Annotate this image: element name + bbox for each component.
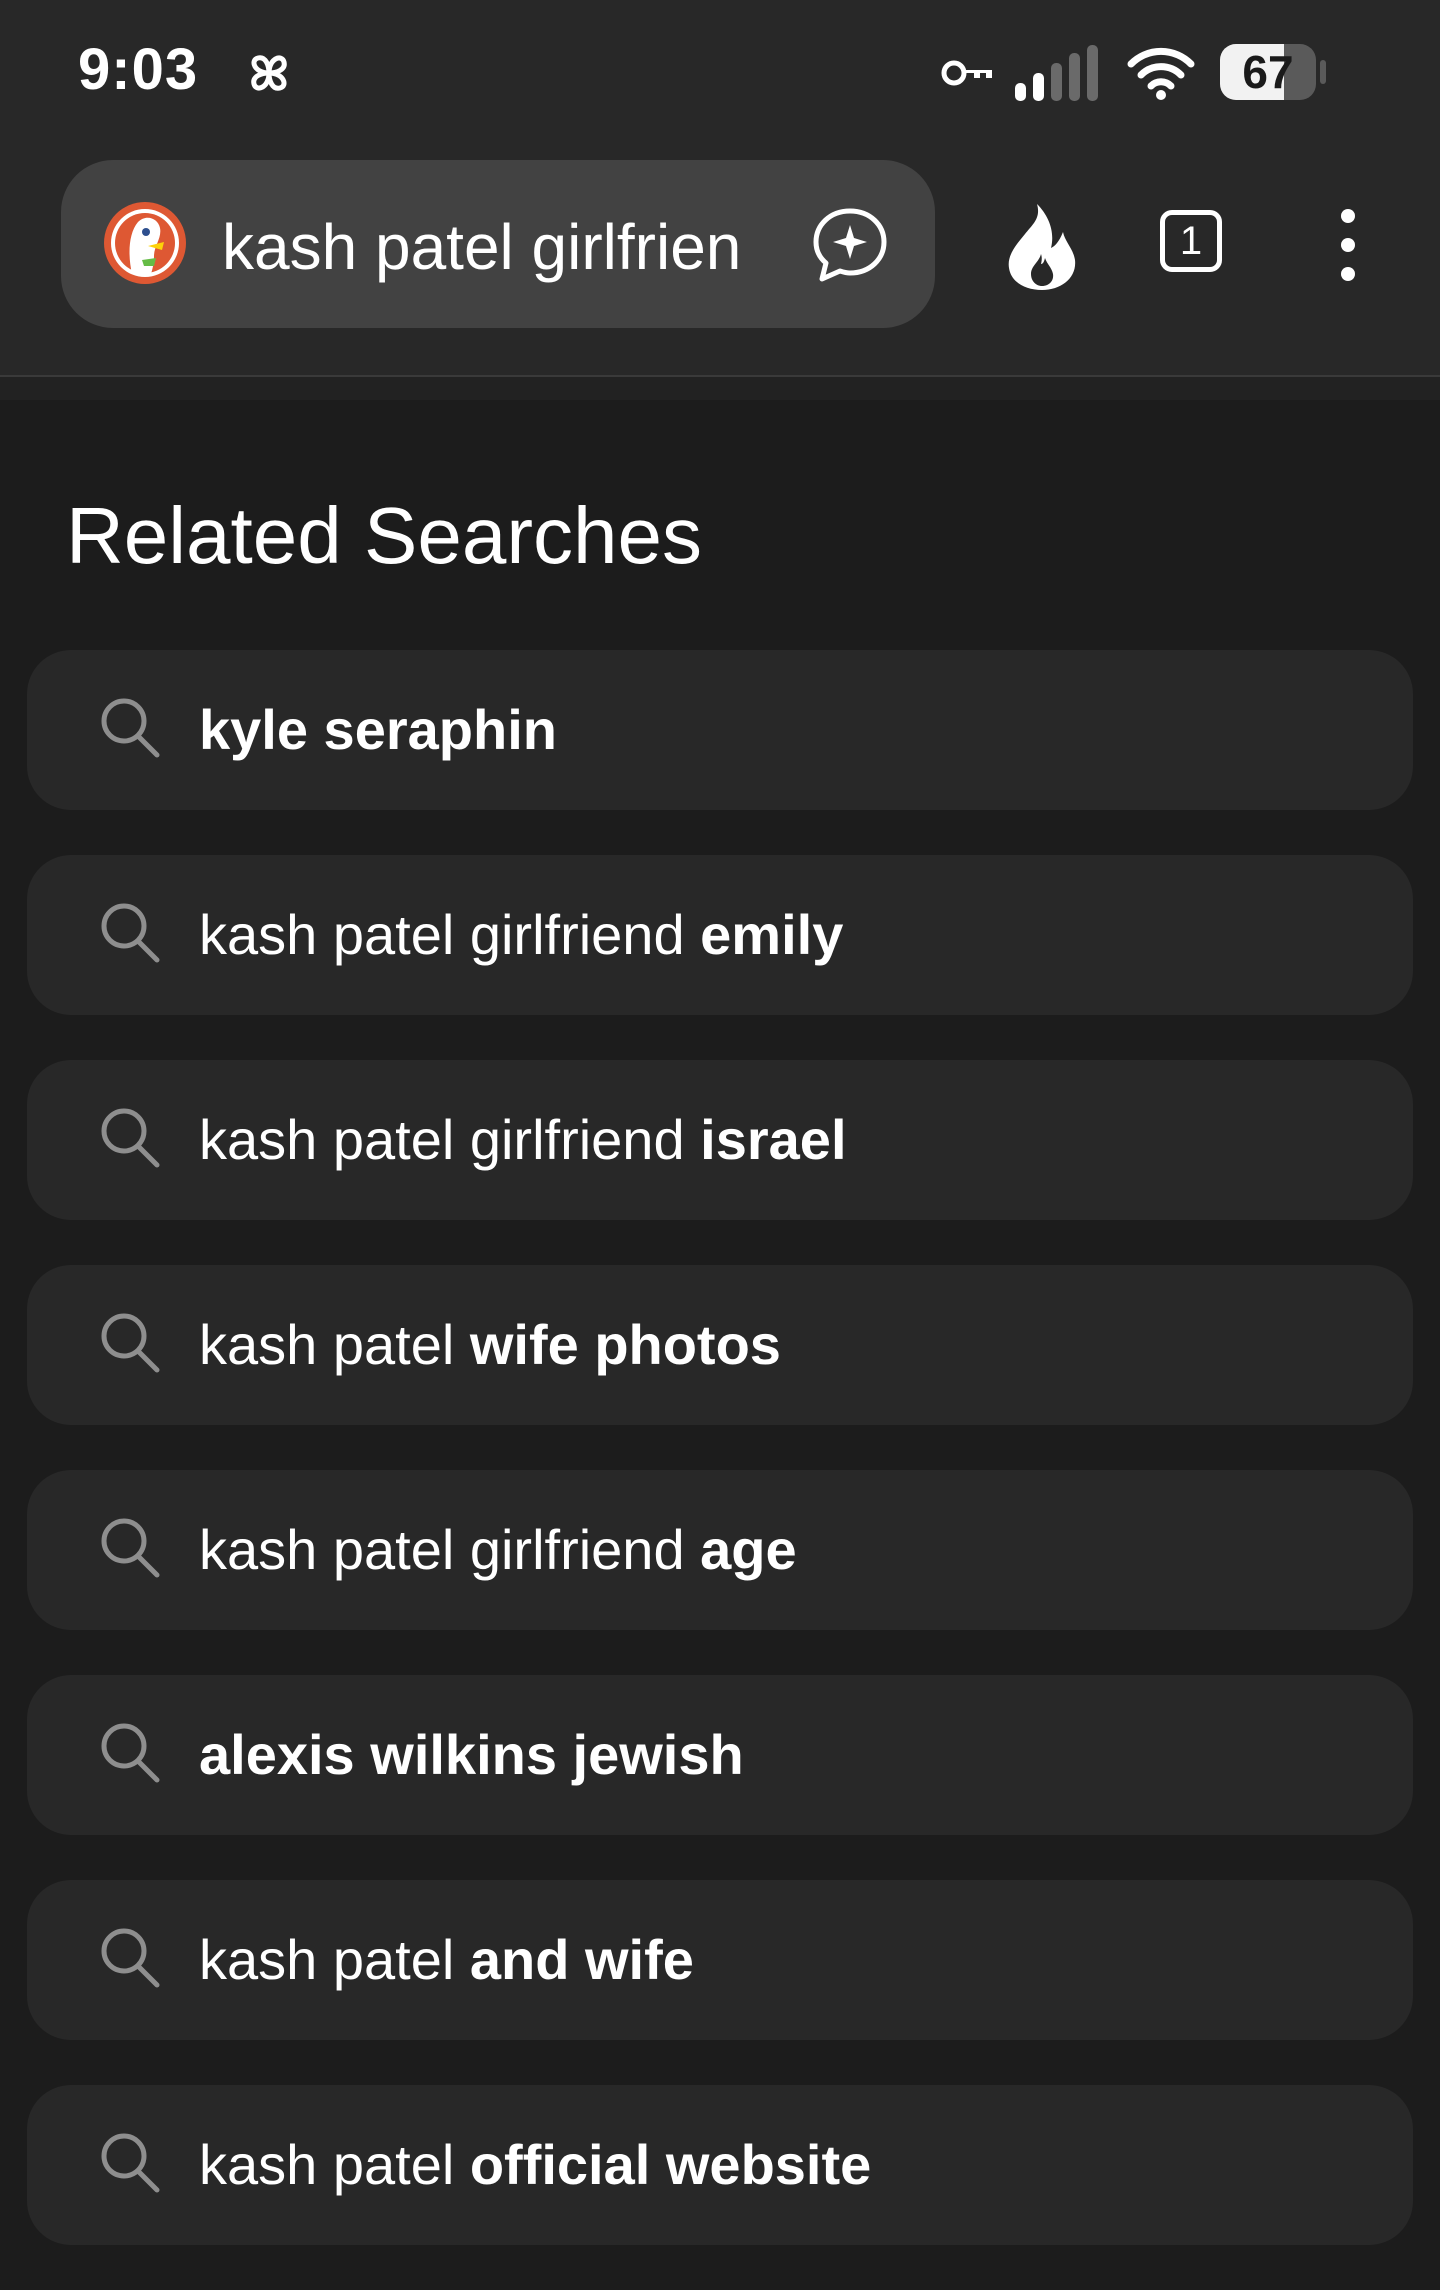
related-search-item[interactable]: kash patel girlfriend age xyxy=(27,1470,1413,1630)
search-icon xyxy=(101,1518,160,1578)
tabs-icon[interactable]: 1 xyxy=(1160,210,1222,272)
toolbar-divider xyxy=(0,375,1440,400)
search-icon xyxy=(101,698,160,758)
related-search-label: kash patel girlfriend emily xyxy=(199,900,843,970)
status-time: 9:03 xyxy=(78,37,199,102)
search-query[interactable]: kash patel girlfrien xyxy=(222,210,741,284)
duckduckgo-logo-icon xyxy=(104,202,186,284)
more-menu-icon[interactable] xyxy=(1330,205,1366,285)
related-search-item[interactable]: alexis wilkins jewish xyxy=(27,1675,1413,1835)
item-suggestion: and wife xyxy=(469,1928,694,1991)
search-icon xyxy=(101,1108,160,1168)
battery-level: 67 xyxy=(1242,46,1294,98)
ai-chat-icon[interactable] xyxy=(810,205,890,285)
item-prefix: kash patel xyxy=(199,2133,470,2196)
search-icon xyxy=(101,1723,160,1783)
related-search-label: kash patel wife photos xyxy=(199,1310,781,1380)
related-search-label: kash patel girlfriend israel xyxy=(199,1105,847,1175)
related-search-item[interactable]: kash patel and wife xyxy=(27,1880,1413,2040)
item-suggestion: official website xyxy=(469,2133,872,2196)
fire-icon[interactable] xyxy=(1003,202,1081,290)
key-icon xyxy=(941,60,992,86)
related-search-item[interactable]: kyle seraphin xyxy=(27,650,1413,810)
related-searches-title: Related Searches xyxy=(66,491,702,580)
related-search-label: kash patel official website xyxy=(199,2130,871,2200)
pinwheel-icon xyxy=(251,55,287,91)
related-search-item[interactable]: kash patel wife photos xyxy=(27,1265,1413,1425)
search-icon xyxy=(101,903,160,963)
item-prefix: kash patel girlfriend xyxy=(199,1518,701,1581)
item-prefix: kash patel girlfriend xyxy=(199,1108,701,1171)
related-search-item[interactable]: kash patel girlfriend emily xyxy=(27,855,1413,1015)
related-search-label: kash patel girlfriend age xyxy=(199,1515,797,1585)
item-suggestion: alexis wilkins jewish xyxy=(199,1723,744,1786)
item-suggestion: wife photos xyxy=(469,1313,781,1376)
search-icon xyxy=(101,1313,160,1373)
browser-toolbar: 9:03 67 kash patel girlfrien 1 xyxy=(0,0,1440,375)
item-prefix: kash patel xyxy=(199,1928,470,1991)
item-suggestion: emily xyxy=(700,903,844,966)
item-suggestion: age xyxy=(700,1518,797,1581)
related-search-label: kyle seraphin xyxy=(199,695,557,765)
item-prefix: kash patel girlfriend xyxy=(199,903,701,966)
related-search-label: alexis wilkins jewish xyxy=(199,1720,744,1790)
item-suggestion: kyle seraphin xyxy=(199,698,557,761)
wifi-icon xyxy=(1127,47,1195,100)
item-suggestion: israel xyxy=(700,1108,847,1171)
search-icon xyxy=(101,1928,160,1988)
item-prefix: kash patel xyxy=(199,1313,470,1376)
related-search-item[interactable]: kash patel girlfriend israel xyxy=(27,1060,1413,1220)
battery-icon: 67 xyxy=(1220,44,1326,100)
related-search-label: kash patel and wife xyxy=(199,1925,694,1995)
search-icon xyxy=(101,2133,160,2193)
signal-icon xyxy=(1015,45,1098,101)
related-search-item[interactable]: kash patel official website xyxy=(27,2085,1413,2245)
